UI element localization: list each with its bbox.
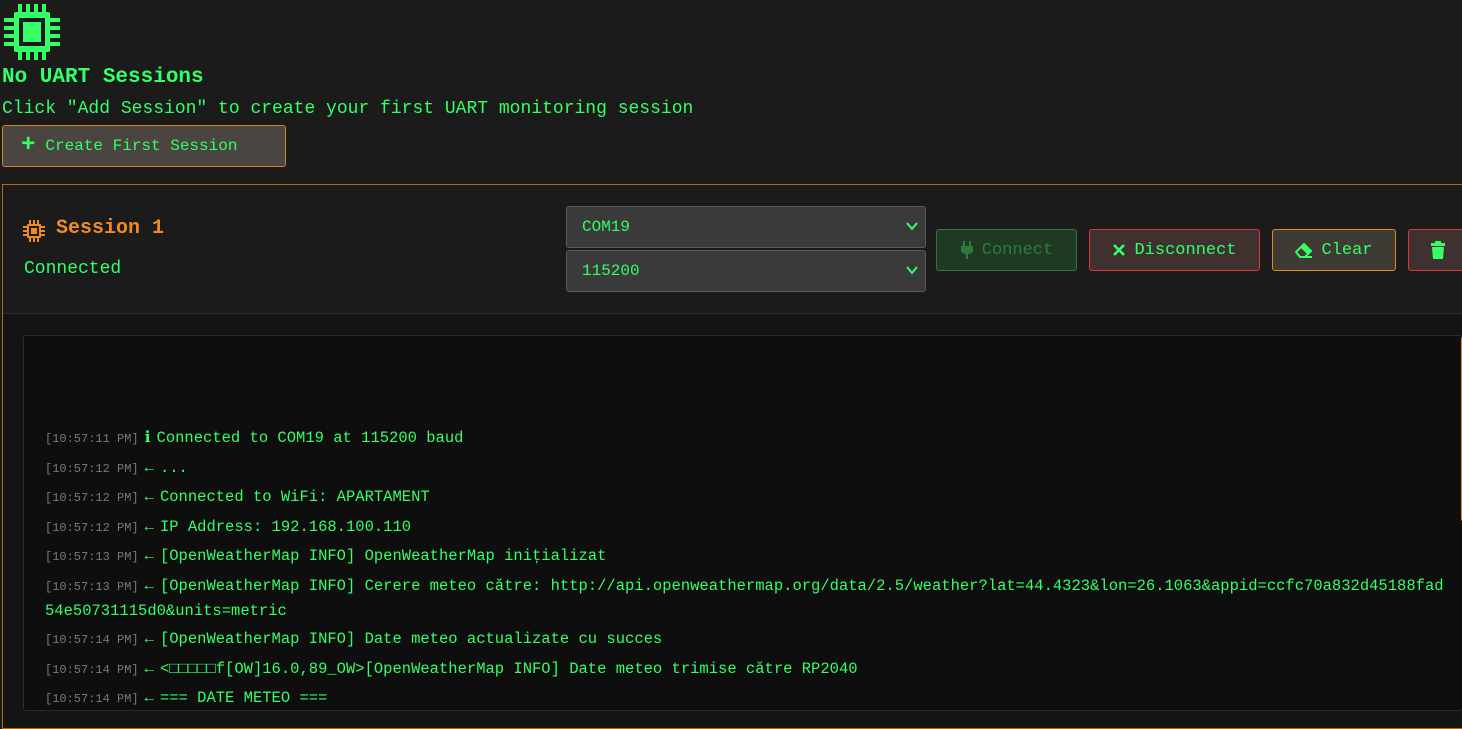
incoming-arrow-icon: ← (144, 689, 154, 707)
log-timestamp: [10:57:13 PM] (45, 579, 139, 594)
log-line: [10:57:12 PM] ←... (45, 456, 1448, 481)
log-message: IP Address: 192.168.100.110 (159, 517, 412, 536)
port-select-value: COM19 (582, 218, 631, 236)
clear-button[interactable]: Clear (1272, 229, 1396, 271)
plus-icon: + (21, 132, 36, 159)
incoming-arrow-icon: ← (144, 517, 154, 536)
log-timestamp: [10:57:13 PM] (45, 550, 139, 564)
session-header: Session 1 Connected COM19 115200 Connect (3, 185, 1462, 314)
incoming-arrow-icon: ← (144, 576, 154, 595)
log-line: [10:57:12 PM] ← IP Address: 192.168.100.11… (45, 515, 1448, 540)
log-line: [10:57:14 PM] ← === DATE METEO === (45, 686, 1448, 710)
log-line: [10:57:11 PM] ℹ Connected to COM19 at 1152… (45, 426, 1448, 451)
incoming-arrow-icon: ← (144, 488, 154, 506)
incoming-arrow-icon: ← (144, 630, 154, 648)
log-timestamp: [10:57:12 PM] (45, 520, 139, 535)
log-timestamp: [10:57:14 PM] (45, 662, 139, 677)
chevron-down-icon (906, 266, 918, 275)
log-timestamp: [10:57:14 PM] (45, 692, 139, 706)
incoming-arrow-icon: ← (144, 547, 154, 565)
baud-select-value: 115200 (582, 262, 640, 280)
eraser-icon (1295, 242, 1313, 258)
log-message: [OpenWeatherMap INFO] Date meteo actuali… (159, 630, 663, 648)
delete-session-button[interactable] (1408, 229, 1462, 271)
log-message: Connected to WiFi: APARTAMENT (159, 488, 430, 506)
create-first-session-label: Create First Session (45, 137, 238, 155)
log-message: [OpenWeatherMap INFO] Cerere meteo către… (45, 576, 1444, 620)
session-panel: Session 1 Connected COM19 115200 Connect (2, 184, 1462, 729)
log-line: [10:57:14 PM] ← <□□□□□f[OW]16.0,89_OW>[Ope… (45, 657, 1448, 682)
chip-icon (23, 220, 45, 242)
chevron-down-icon (906, 222, 918, 231)
empty-hint: Click "Add Session" to create your first… (2, 99, 694, 119)
log-timestamp: [10:57:12 PM] (45, 491, 139, 505)
log-message: <□□□□□f[OW]16.0,89_OW>[OpenWeatherMap IN… (159, 659, 858, 678)
log-message: [OpenWeatherMap INFO] OpenWeatherMap ini… (159, 547, 607, 565)
chip-icon (4, 4, 60, 60)
plug-icon (960, 241, 973, 259)
port-select[interactable]: COM19 (566, 206, 926, 248)
empty-title: No UART Sessions (2, 66, 204, 89)
incoming-arrow-icon: ← (144, 458, 154, 477)
create-first-session-button[interactable]: + Create First Session (2, 125, 286, 167)
close-icon (1113, 244, 1126, 256)
log-message: === DATE METEO === (159, 689, 328, 707)
log-line: [10:57:13 PM] ← [OpenWeatherMap INFO] Open… (45, 544, 1448, 569)
disconnect-button[interactable]: Disconnect (1089, 229, 1260, 271)
log-output[interactable]: [10:57:11 PM] ℹ Connected to COM19 at 1152… (23, 335, 1462, 711)
log-timestamp: [10:57:12 PM] (45, 461, 139, 476)
baud-select[interactable]: 115200 (566, 250, 926, 292)
log-message: ... (159, 458, 188, 477)
log-line: [10:57:13 PM] ← [OpenWeatherMap INFO] Cere… (45, 574, 1448, 623)
log-line: [10:57:12 PM] ← Connected to WiFi: APARTAM… (45, 485, 1448, 510)
log-lines: [10:57:11 PM] ℹ Connected to COM19 at 1152… (45, 426, 1448, 710)
info-icon: ℹ (144, 429, 151, 447)
connect-button[interactable]: Connect (936, 229, 1077, 271)
session-status: Connected (24, 259, 122, 279)
trash-icon (1431, 241, 1445, 259)
log-message: Connected to COM19 at 115200 baud (156, 429, 464, 447)
session-title: Session 1 (56, 217, 165, 240)
clear-label: Clear (1321, 240, 1373, 260)
empty-state: No UART Sessions Click "Add Session" to … (0, 0, 1462, 185)
log-line: [10:57:14 PM] ← [OpenWeatherMap INFO] Date… (45, 627, 1448, 652)
disconnect-label: Disconnect (1134, 240, 1237, 260)
log-timestamp: [10:57:14 PM] (45, 633, 139, 647)
connect-label: Connect (981, 240, 1054, 260)
log-timestamp: [10:57:11 PM] (45, 432, 139, 446)
incoming-arrow-icon: ← (144, 659, 154, 678)
